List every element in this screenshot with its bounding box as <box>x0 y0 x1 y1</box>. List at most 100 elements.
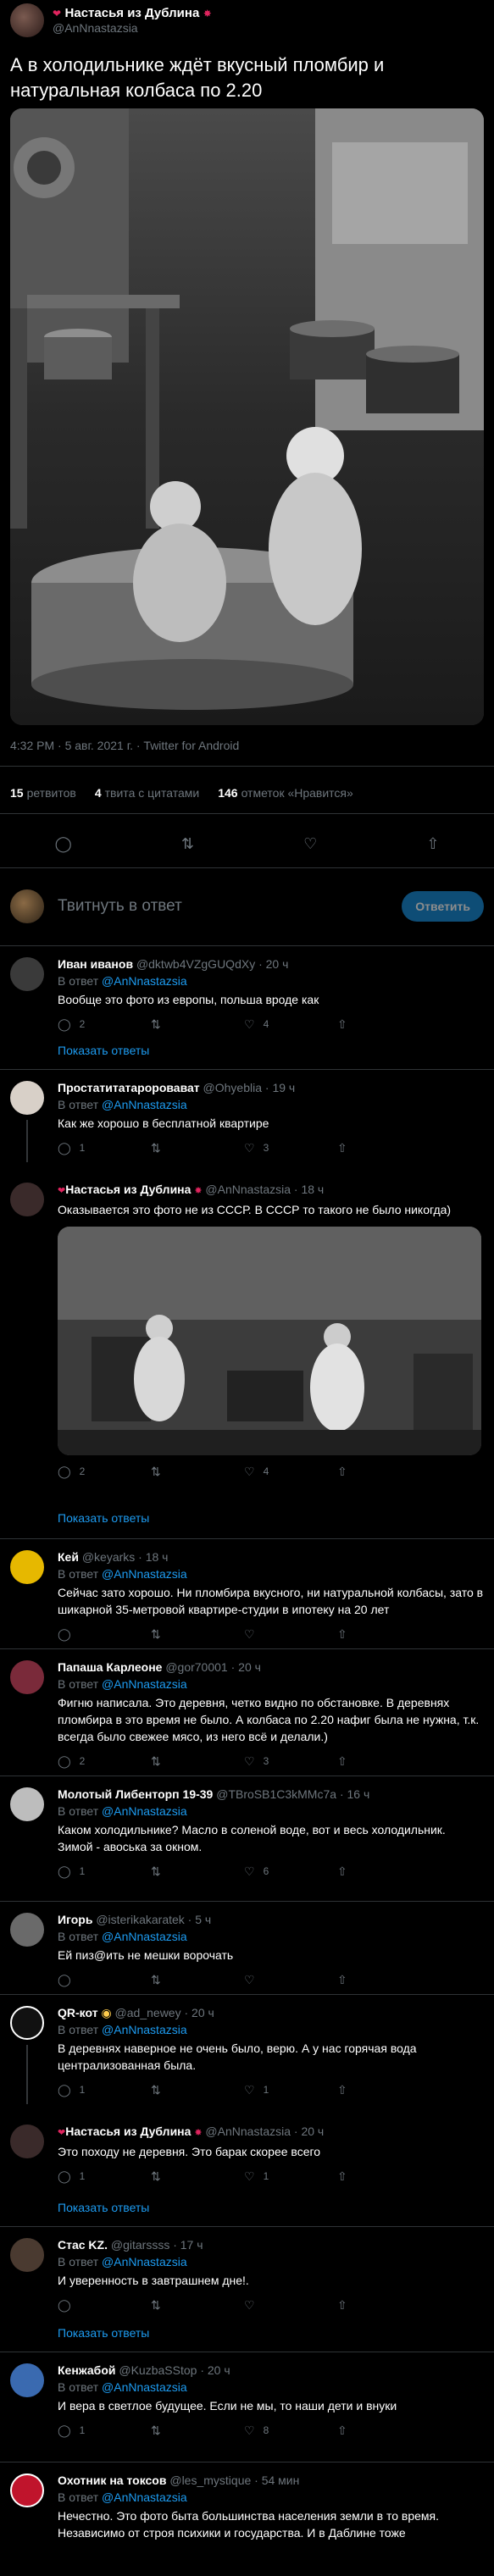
retweets-stat[interactable]: 15 ретвитов <box>10 786 76 800</box>
avatar[interactable] <box>10 2006 44 2040</box>
reply-time[interactable]: · 20 ч <box>231 1660 261 1674</box>
reply-tweet[interactable]: QR-кот ◉ @ad_newey · 20 ч В ответ @AnNna… <box>0 1996 494 2104</box>
tweet-meta[interactable]: 4:32 PM · 5 авг. 2021 г. · Twitter for A… <box>10 739 239 752</box>
author-name[interactable]: Настасья из Дублина <box>65 6 200 20</box>
reply-icon[interactable]: ◯ <box>58 1973 71 1987</box>
avatar[interactable] <box>10 1913 44 1947</box>
reply-tweet[interactable]: Иван иванов @dktwb4VZgGUQdXy · 20 ч В от… <box>0 947 494 1033</box>
reply-author-handle[interactable]: @TBroSB1C3kMMc7a <box>216 1787 336 1801</box>
reply-icon[interactable]: ◯ <box>58 2169 71 2184</box>
reply-author-name[interactable]: Охотник на токсов <box>58 2474 166 2487</box>
reply-photo[interactable] <box>58 1227 481 1455</box>
reply-author-name[interactable]: Настасья из Дублина <box>65 2125 191 2138</box>
like-icon[interactable]: ♡ <box>244 1627 255 1642</box>
retweet-icon[interactable]: ⇅ <box>151 2083 161 2097</box>
reply-author-handle[interactable]: @Ohyeblia <box>203 1081 262 1094</box>
retweet-icon[interactable]: ⇅ <box>151 1754 161 1769</box>
share-icon[interactable]: ⇧ <box>337 1017 347 1032</box>
likes-stat[interactable]: 146 отметок «Нравится» <box>218 786 353 800</box>
reply-to-handle[interactable]: @AnNnastazsia <box>102 1804 187 1818</box>
reply-author-name[interactable]: QR-кот <box>58 2006 98 2019</box>
retweet-icon[interactable]: ⇅ <box>151 2424 161 2438</box>
reply-time[interactable]: · 20 ч <box>200 2363 230 2377</box>
retweet-icon[interactable]: ⇅ <box>151 1864 161 1879</box>
reply-input[interactable]: Твитнуть в ответ <box>58 897 402 916</box>
reply-time[interactable]: · 17 ч <box>173 2238 203 2252</box>
reply-tweet[interactable]: Охотник на токсов @les_mystique · 54 мин… <box>0 2463 494 2541</box>
reply-icon[interactable]: ◯ <box>58 2298 71 2313</box>
retweet-icon[interactable]: ⇅ <box>151 1017 161 1032</box>
avatar[interactable] <box>10 1081 44 1115</box>
reply-author-handle[interactable]: @isterikakaratek <box>96 1913 184 1926</box>
reply-time[interactable]: · 19 ч <box>265 1081 295 1094</box>
reply-author-handle[interactable]: @AnNnastazsia <box>205 2125 291 2138</box>
reply-icon[interactable]: ◯ <box>58 1864 71 1879</box>
share-icon[interactable]: ⇧ <box>426 835 439 853</box>
reply-icon[interactable]: ◯ <box>58 1465 71 1479</box>
like-icon[interactable]: ♡ <box>244 2298 255 2313</box>
share-icon[interactable]: ⇧ <box>337 1141 347 1155</box>
retweet-icon[interactable]: ⇅ <box>151 1973 161 1987</box>
share-icon[interactable]: ⇧ <box>337 1973 347 1987</box>
avatar[interactable] <box>10 2474 44 2507</box>
avatar[interactable] <box>10 1660 44 1694</box>
reply-icon[interactable]: ◯ <box>58 1141 71 1155</box>
like-icon[interactable]: ♡ <box>244 1465 255 1479</box>
share-icon[interactable]: ⇧ <box>337 2083 347 2097</box>
reply-icon[interactable]: ◯ <box>58 1754 71 1769</box>
retweet-icon[interactable]: ⇅ <box>151 1627 161 1642</box>
avatar[interactable] <box>10 2363 44 2397</box>
like-icon[interactable]: ♡ <box>244 1973 255 1987</box>
like-icon[interactable]: ♡ <box>244 1864 255 1879</box>
like-icon[interactable]: ♡ <box>244 2083 255 2097</box>
reply-to-handle[interactable]: @AnNnastazsia <box>102 1098 187 1111</box>
show-replies-link[interactable]: Показать ответы <box>58 2326 149 2340</box>
reply-author-name[interactable]: Игорь <box>58 1913 92 1926</box>
avatar[interactable] <box>10 1787 44 1821</box>
like-icon[interactable]: ♡ <box>244 2424 255 2438</box>
show-replies-link[interactable]: Показать ответы <box>58 1044 149 1057</box>
reply-author-name[interactable]: Стас KZ. <box>58 2238 108 2252</box>
share-icon[interactable]: ⇧ <box>337 2298 347 2313</box>
reply-tweet[interactable]: Кей @keyarks · 18 ч В ответ @AnNnastazsi… <box>0 1540 494 1643</box>
reply-author-handle[interactable]: @gitarssss <box>111 2238 169 2252</box>
share-icon[interactable]: ⇧ <box>337 2424 347 2438</box>
reply-to-handle[interactable]: @AnNnastazsia <box>102 1677 187 1691</box>
like-icon[interactable]: ♡ <box>244 1141 255 1155</box>
avatar[interactable] <box>10 1183 44 1216</box>
reply-tweet[interactable]: Игорь @isterikakaratek · 5 ч В ответ @An… <box>0 1903 494 1989</box>
retweet-icon[interactable]: ⇅ <box>151 1465 161 1479</box>
share-icon[interactable]: ⇧ <box>337 1754 347 1769</box>
reply-button[interactable]: Ответить <box>402 891 484 922</box>
retweet-icon[interactable]: ⇅ <box>151 2298 161 2313</box>
reply-tweet[interactable]: Молотый Либенторп 19-39 @TBroSB1C3kMMc7a… <box>0 1777 494 1881</box>
reply-to-handle[interactable]: @AnNnastazsia <box>102 1567 187 1581</box>
retweet-icon[interactable]: ⇅ <box>151 2169 161 2184</box>
reply-time[interactable]: · 20 ч <box>294 2125 324 2138</box>
reply-time[interactable]: · 20 ч <box>184 2006 214 2019</box>
reply-tweet[interactable]: Кенжабой @KuzbaSStop · 20 ч В ответ @AnN… <box>0 2353 494 2440</box>
reply-time[interactable]: · 18 ч <box>138 1550 168 1564</box>
reply-author-handle[interactable]: @ad_newey <box>115 2006 181 2019</box>
tweet-photo[interactable] <box>10 108 484 725</box>
reply-to-handle[interactable]: @AnNnastazsia <box>102 2023 187 2036</box>
avatar[interactable] <box>10 3 44 37</box>
reply-author-name[interactable]: Настасья из Дублина <box>65 1183 191 1196</box>
reply-icon[interactable]: ◯ <box>58 2083 71 2097</box>
share-icon[interactable]: ⇧ <box>337 1627 347 1642</box>
reply-to-handle[interactable]: @AnNnastazsia <box>102 974 187 988</box>
retweet-icon[interactable]: ⇅ <box>151 1141 161 1155</box>
quotes-stat[interactable]: 4 твита с цитатами <box>95 786 199 800</box>
reply-author-handle[interactable]: @KuzbaSStop <box>119 2363 197 2377</box>
reply-author-name[interactable]: Кей <box>58 1550 79 1564</box>
reply-tweet[interactable]: ❤Настасья из Дублина ✸ @AnNnastazsia · 1… <box>0 1172 494 1481</box>
reply-tweet[interactable]: Простатитатароровават @Ohyeblia · 19 ч В… <box>0 1071 494 1162</box>
reply-time[interactable]: · 5 ч <box>188 1913 212 1926</box>
reply-icon[interactable]: ◯ <box>58 1017 71 1032</box>
like-icon[interactable]: ♡ <box>244 1017 255 1032</box>
like-icon[interactable]: ♡ <box>303 835 317 853</box>
reply-tweet[interactable]: Стас KZ. @gitarssss · 17 ч В ответ @AnNn… <box>0 2228 494 2314</box>
reply-to-handle[interactable]: @AnNnastazsia <box>102 2490 187 2504</box>
reply-to-handle[interactable]: @AnNnastazsia <box>102 2380 187 2394</box>
like-icon[interactable]: ♡ <box>244 2169 255 2184</box>
